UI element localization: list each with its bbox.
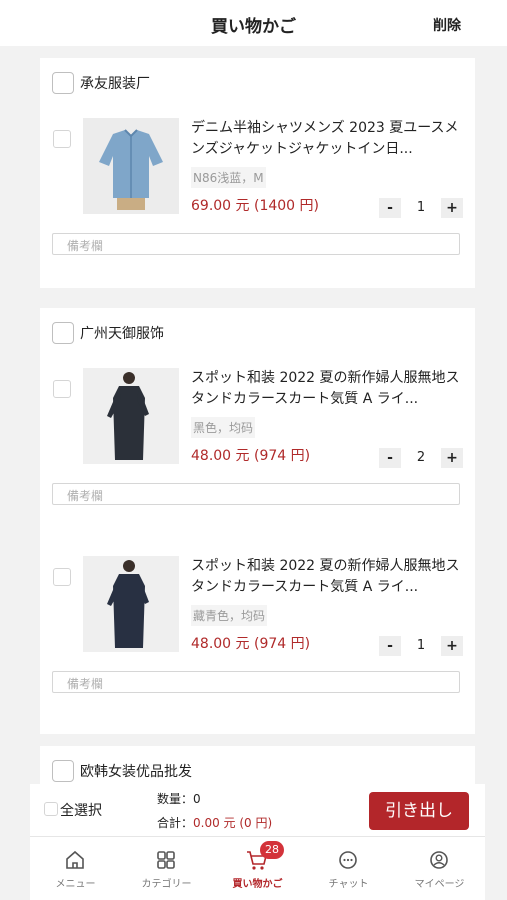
product-image[interactable] bbox=[83, 556, 179, 652]
tab-bar: メニュー カテゴリー 28 買い物かご チャット マイページ bbox=[30, 836, 485, 900]
select-all-checkbox[interactable] bbox=[44, 802, 58, 816]
home-icon bbox=[66, 850, 84, 869]
product-variant: 黑色，均码 bbox=[191, 417, 256, 438]
cart-count-badge: 28 bbox=[260, 841, 284, 859]
product-title[interactable]: スポット和装 2022 夏の新作婦人服無地スタンドカラースカート気質 A ライ.… bbox=[191, 368, 466, 410]
tab-cart[interactable]: 28 買い物かご bbox=[212, 837, 303, 900]
chat-icon bbox=[339, 851, 357, 869]
tab-mypage[interactable]: マイページ bbox=[394, 837, 485, 900]
top-header: 買い物かご 削除 bbox=[0, 0, 507, 46]
shop-name: 广州天御服饰 bbox=[80, 326, 164, 342]
shop-header: 承友服装厂 bbox=[40, 70, 475, 96]
checkout-bar: 全選択 数量：0 合計：0.00 元 (0 円) 引き出し bbox=[30, 784, 485, 836]
increase-button[interactable]: + bbox=[441, 198, 463, 218]
product-price: 69.00 元 (1400 円) bbox=[191, 198, 319, 214]
quantity-stepper: - 2 + bbox=[379, 448, 463, 468]
item-checkbox[interactable] bbox=[53, 130, 71, 148]
product-title[interactable]: デニム半袖シャツメンズ 2023 夏ユースメンズジャケットジャケットイン日... bbox=[191, 118, 466, 160]
tab-label: マイページ bbox=[414, 879, 465, 890]
shop-checkbox[interactable] bbox=[52, 322, 74, 344]
checkout-button[interactable]: 引き出し bbox=[369, 792, 469, 830]
memo-input[interactable]: 備考欄 bbox=[52, 671, 460, 693]
shop-header: 欧韩女装优品批发 bbox=[40, 758, 475, 784]
quantity-value[interactable]: 2 bbox=[401, 448, 441, 468]
decrease-button[interactable]: - bbox=[379, 448, 401, 468]
item-checkbox[interactable] bbox=[53, 568, 71, 586]
increase-button[interactable]: + bbox=[441, 636, 463, 656]
cart-list[interactable]: 承友服装厂 デニム半袖シャツメンズ 2023 夏ユースメンズジャケットジャケット… bbox=[30, 46, 485, 784]
tab-label: 買い物かご bbox=[232, 879, 283, 890]
product-variant: 藏青色，均码 bbox=[191, 605, 268, 626]
tab-label: メニュー bbox=[55, 879, 96, 890]
product-image[interactable] bbox=[83, 368, 179, 464]
tab-category[interactable]: カテゴリー bbox=[121, 837, 212, 900]
shop-name: 承友服装厂 bbox=[80, 76, 150, 92]
tab-label: チャット bbox=[328, 879, 369, 890]
count-value: 0 bbox=[193, 792, 201, 806]
item-checkbox[interactable] bbox=[53, 380, 71, 398]
quantity-value[interactable]: 1 bbox=[401, 636, 441, 656]
shop-card: 承友服装厂 デニム半袖シャツメンズ 2023 夏ユースメンズジャケットジャケット… bbox=[40, 58, 475, 288]
product-title[interactable]: スポット和装 2022 夏の新作婦人服無地スタンドカラースカート気質 A ライ.… bbox=[191, 556, 466, 598]
tab-menu[interactable]: メニュー bbox=[30, 837, 121, 900]
shop-card: 欧韩女装优品批发 bbox=[40, 746, 475, 784]
tab-chat[interactable]: チャット bbox=[303, 837, 394, 900]
shop-header: 广州天御服饰 bbox=[40, 320, 475, 346]
delete-button[interactable]: 削除 bbox=[433, 15, 461, 35]
item-count: 数量：0 bbox=[157, 790, 201, 807]
total-amount: 合計：0.00 元 (0 円) bbox=[157, 814, 272, 831]
memo-input[interactable]: 備考欄 bbox=[52, 233, 460, 255]
quantity-stepper: - 1 + bbox=[379, 636, 463, 656]
product-price: 48.00 元 (974 円) bbox=[191, 636, 311, 652]
user-icon bbox=[430, 851, 448, 869]
page-title: 買い物かご bbox=[211, 17, 296, 37]
cart-item: デニム半袖シャツメンズ 2023 夏ユースメンズジャケットジャケットイン日...… bbox=[40, 118, 475, 288]
cart-item: スポット和装 2022 夏の新作婦人服無地スタンドカラースカート気質 A ライ.… bbox=[40, 368, 475, 538]
select-all-label[interactable]: 全選択 bbox=[60, 800, 102, 820]
grid-icon bbox=[157, 851, 175, 869]
product-image[interactable] bbox=[83, 118, 179, 214]
shop-name: 欧韩女装优品批发 bbox=[80, 764, 192, 780]
quantity-value[interactable]: 1 bbox=[401, 198, 441, 218]
shop-card: 广州天御服饰 スポット和装 2022 夏の新作婦人服無地スタンドカラースカート気… bbox=[40, 308, 475, 734]
product-price: 48.00 元 (974 円) bbox=[191, 448, 311, 464]
product-variant: N86浅蓝，M bbox=[191, 167, 266, 188]
memo-input[interactable]: 備考欄 bbox=[52, 483, 460, 505]
shop-checkbox[interactable] bbox=[52, 760, 74, 782]
quantity-stepper: - 1 + bbox=[379, 198, 463, 218]
count-label: 数量： bbox=[157, 792, 194, 806]
total-value: 0.00 元 (0 円) bbox=[193, 816, 273, 830]
decrease-button[interactable]: - bbox=[379, 636, 401, 656]
decrease-button[interactable]: - bbox=[379, 198, 401, 218]
tab-label: カテゴリー bbox=[141, 879, 192, 890]
shop-checkbox[interactable] bbox=[52, 72, 74, 94]
cart-item: スポット和装 2022 夏の新作婦人服無地スタンドカラースカート気質 A ライ.… bbox=[40, 556, 475, 726]
increase-button[interactable]: + bbox=[441, 448, 463, 468]
total-label: 合計： bbox=[157, 816, 194, 830]
